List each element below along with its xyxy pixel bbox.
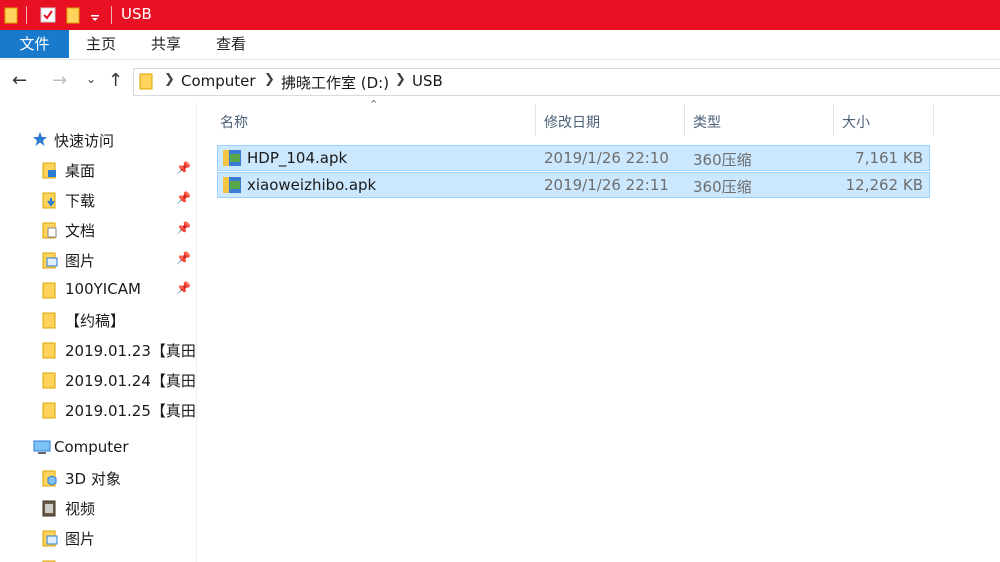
file-modified: 2019/1/26 22:11 bbox=[544, 176, 669, 194]
customize-toolbar-icon[interactable] bbox=[89, 6, 101, 24]
sidebar-item-folder[interactable]: 2019.01.23【真田】 bbox=[0, 336, 197, 364]
archive-file-icon bbox=[223, 177, 241, 193]
file-type: 360压缩 bbox=[693, 178, 752, 196]
pin-icon[interactable]: 📌 bbox=[176, 251, 191, 265]
downloads-folder-icon bbox=[42, 192, 56, 209]
file-size: 7,161 KB bbox=[855, 149, 923, 167]
window-title: USB bbox=[121, 5, 152, 23]
title-bar: USB bbox=[0, 0, 1000, 30]
documents-folder-icon bbox=[42, 222, 57, 239]
breadcrumb-drive[interactable]: 拂晓工作室 (D:) bbox=[281, 72, 389, 93]
up-arrow-icon[interactable]: ↑ bbox=[108, 70, 123, 91]
file-name: xiaoweizhibo.apk bbox=[247, 176, 377, 194]
title-separator bbox=[26, 6, 27, 24]
column-divider[interactable] bbox=[684, 104, 685, 136]
breadcrumb-chevron-icon[interactable]: ❯ bbox=[395, 72, 406, 87]
folder-icon bbox=[42, 342, 56, 359]
pin-icon[interactable]: 📌 bbox=[176, 281, 191, 295]
sidebar-item-partial[interactable] bbox=[0, 554, 196, 562]
tab-home[interactable]: 主页 bbox=[78, 30, 124, 58]
pin-icon[interactable]: 📌 bbox=[176, 221, 191, 235]
sidebar-item-label: Computer bbox=[54, 438, 129, 456]
sort-ascending-icon: ⌃ bbox=[369, 98, 379, 111]
column-header-type[interactable]: 类型 bbox=[693, 112, 721, 132]
breadcrumb-computer[interactable]: Computer bbox=[181, 72, 256, 90]
pictures-folder-icon bbox=[42, 530, 58, 547]
sidebar-item-pictures[interactable]: 图片 📌 bbox=[0, 246, 196, 274]
breadcrumb-chevron-icon[interactable]: ❯ bbox=[164, 72, 175, 87]
folder-icon bbox=[42, 312, 56, 329]
sidebar-item-computer[interactable]: Computer bbox=[0, 434, 196, 462]
sidebar-item-label: 快速访问 bbox=[54, 132, 115, 150]
sidebar-item-folder[interactable]: 2019.01.24【真田】 bbox=[0, 366, 197, 394]
new-folder-icon[interactable] bbox=[66, 6, 80, 24]
sidebar-item-label: 100YICAM bbox=[65, 280, 141, 298]
sidebar-item-label: 2019.01.23【真田】 bbox=[65, 342, 197, 360]
sidebar-item-folder[interactable]: 2019.01.25【真田】 bbox=[0, 396, 197, 424]
navigation-pane: 快速访问 桌面 📌 下载 📌 文档 📌 图片 📌 100YICAM 📌 【约稿】… bbox=[0, 102, 197, 562]
sidebar-item-label: 2019.01.24【真田】 bbox=[65, 372, 197, 390]
sidebar-item-downloads[interactable]: 下载 📌 bbox=[0, 186, 196, 214]
column-divider[interactable] bbox=[833, 104, 834, 136]
breadcrumb-chevron-icon[interactable]: ❯ bbox=[264, 72, 275, 87]
folder-icon bbox=[42, 372, 56, 389]
sidebar-item-desktop[interactable]: 桌面 📌 bbox=[0, 156, 196, 184]
sidebar-item-label: 图片 bbox=[65, 530, 96, 548]
sidebar-item-label: 3D 对象 bbox=[65, 470, 121, 488]
breadcrumb-usb[interactable]: USB bbox=[412, 72, 443, 90]
tab-share[interactable]: 共享 bbox=[143, 30, 189, 58]
sidebar-item-label: 桌面 bbox=[65, 162, 96, 180]
3d-objects-icon bbox=[42, 470, 57, 487]
column-divider[interactable] bbox=[535, 104, 536, 136]
sidebar-item-label: 【约稿】 bbox=[65, 312, 126, 330]
pin-icon[interactable]: 📌 bbox=[176, 161, 191, 175]
title-separator bbox=[111, 6, 112, 24]
sidebar-item-label: 文档 bbox=[65, 222, 96, 240]
sidebar-item-quick-access[interactable]: 快速访问 bbox=[0, 126, 196, 154]
chevron-down-icon[interactable]: ⌄ bbox=[86, 72, 96, 86]
sidebar-item-documents[interactable]: 文档 📌 bbox=[0, 216, 196, 244]
properties-icon[interactable] bbox=[40, 6, 56, 24]
column-header-modified[interactable]: 修改日期 bbox=[544, 112, 600, 132]
tab-file[interactable]: 文件 bbox=[0, 30, 69, 58]
star-icon bbox=[33, 132, 47, 146]
sidebar-item-label: 视频 bbox=[65, 500, 96, 518]
sidebar-item-folder[interactable]: 【约稿】 bbox=[0, 306, 196, 334]
folder-icon bbox=[42, 282, 56, 299]
pin-icon[interactable]: 📌 bbox=[176, 191, 191, 205]
sidebar-item-label: 图片 bbox=[65, 252, 96, 270]
sidebar-item-label: 2019.01.25【真田】 bbox=[65, 402, 197, 420]
desktop-folder-icon bbox=[42, 162, 56, 179]
column-header-size[interactable]: 大小 bbox=[842, 112, 870, 132]
sidebar-item-pictures[interactable]: 图片 bbox=[0, 524, 196, 552]
file-row[interactable]: xiaoweizhibo.apk 2019/1/26 22:11 360压缩 1… bbox=[217, 172, 930, 198]
file-name: HDP_104.apk bbox=[247, 149, 348, 167]
ribbon-tabs: 文件 主页 共享 查看 bbox=[0, 30, 1000, 60]
back-arrow-icon[interactable]: ← bbox=[12, 70, 27, 91]
column-header-name[interactable]: 名称 bbox=[220, 112, 248, 132]
folder-icon bbox=[42, 402, 56, 419]
sidebar-item-3d-objects[interactable]: 3D 对象 bbox=[0, 464, 196, 492]
videos-folder-icon bbox=[42, 500, 56, 517]
file-type: 360压缩 bbox=[693, 151, 752, 169]
pictures-folder-icon bbox=[42, 252, 58, 269]
archive-file-icon bbox=[223, 150, 241, 166]
file-size: 12,262 KB bbox=[845, 176, 923, 194]
column-divider[interactable] bbox=[933, 104, 934, 136]
sidebar-item-label: 下载 bbox=[65, 192, 96, 210]
forward-arrow-icon[interactable]: → bbox=[52, 70, 67, 91]
sidebar-item-videos[interactable]: 视频 bbox=[0, 494, 196, 522]
file-row[interactable]: HDP_104.apk 2019/1/26 22:10 360压缩 7,161 … bbox=[217, 145, 930, 171]
folder-icon bbox=[139, 73, 153, 90]
file-modified: 2019/1/26 22:10 bbox=[544, 149, 669, 167]
sidebar-item-100yicam[interactable]: 100YICAM 📌 bbox=[0, 276, 196, 304]
folder-icon bbox=[4, 7, 18, 24]
computer-icon bbox=[33, 440, 51, 454]
tab-view[interactable]: 查看 bbox=[208, 30, 254, 58]
